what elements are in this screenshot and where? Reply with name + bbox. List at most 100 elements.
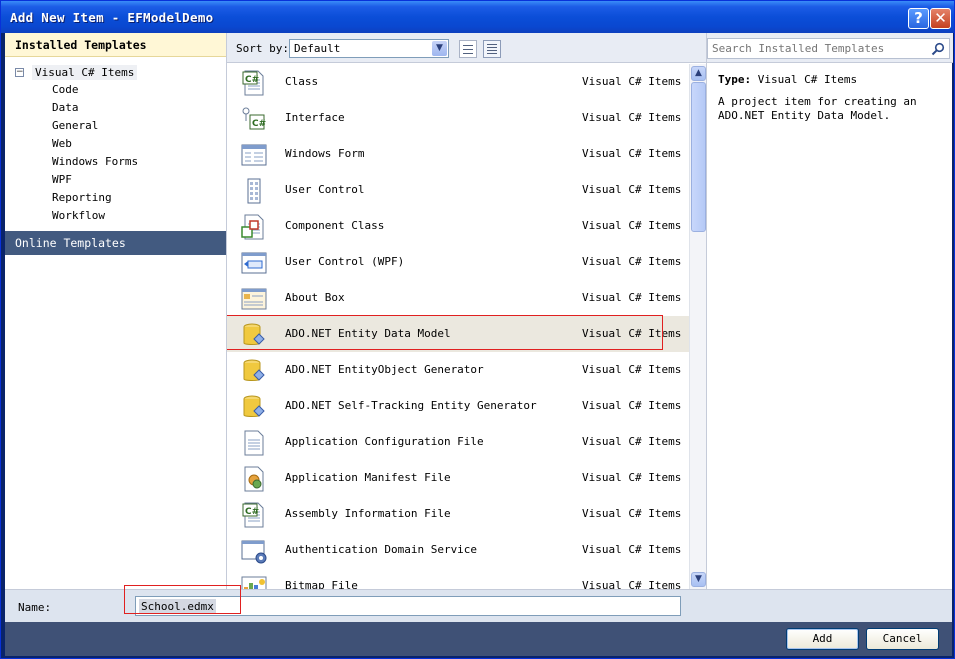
name-bar: Name: School.edmx: [5, 589, 952, 622]
domain-service-icon: [241, 540, 267, 564]
database-icon: [243, 395, 265, 417]
details-view-button[interactable]: [483, 40, 501, 58]
template-name: ADO.NET EntityObject Generator: [285, 363, 484, 376]
add-button[interactable]: Add: [786, 628, 859, 650]
svg-text:C#: C#: [245, 507, 259, 517]
windows-form-icon: [241, 144, 267, 166]
template-category: Visual C# Items: [582, 399, 682, 412]
name-field-selected-text[interactable]: School.edmx: [139, 599, 216, 614]
template-details-pane: Type: Visual C# Items A project item for…: [706, 33, 953, 589]
tree-node-visual-csharp-items[interactable]: − Visual C# Items: [15, 63, 138, 81]
template-category: Visual C# Items: [582, 255, 682, 268]
template-row-selected[interactable]: ADO.NET Entity Data Model Visual C# Items: [227, 316, 689, 352]
template-list-scrollbar[interactable]: ▲ ▼: [689, 64, 706, 589]
scroll-up-icon[interactable]: ▲: [691, 66, 706, 81]
tree-node-web[interactable]: Web: [52, 136, 72, 152]
template-name: Component Class: [285, 219, 385, 232]
sort-by-label: Sort by:: [236, 42, 289, 55]
tree-node-wpf[interactable]: WPF: [52, 172, 72, 188]
tree-node-workflow[interactable]: Workflow: [52, 208, 105, 224]
type-label: Type:: [718, 73, 752, 86]
close-button[interactable]: ✕: [930, 8, 951, 29]
tree-node-code[interactable]: Code: [52, 82, 79, 98]
template-row[interactable]: Component Class Visual C# Items: [227, 208, 689, 244]
search-toolbar: [707, 33, 953, 63]
template-category-nav: Installed Templates − Visual C# Items Co…: [5, 33, 227, 589]
collapse-toggle-icon[interactable]: −: [15, 67, 24, 77]
config-file-icon: [244, 430, 264, 456]
tree-node-general[interactable]: General: [52, 118, 98, 134]
manifest-file-icon: [244, 466, 264, 492]
template-row[interactable]: Windows Form Visual C# Items: [227, 136, 689, 172]
template-row[interactable]: Application Configuration File Visual C# …: [227, 424, 689, 460]
template-name: ADO.NET Self-Tracking Entity Generator: [285, 399, 537, 412]
template-row[interactable]: C# Class Visual C# Items: [227, 64, 689, 100]
template-row[interactable]: ADO.NET Self-Tracking Entity Generator Vi…: [227, 388, 689, 424]
template-category: Visual C# Items: [582, 579, 682, 589]
template-row[interactable]: C# Interface Visual C# Items: [227, 100, 689, 136]
title-bar[interactable]: Add New Item - EFModelDemo ? ✕: [1, 1, 954, 33]
database-icon: [243, 323, 265, 345]
dialog-client-area: Installed Templates − Visual C# Items Co…: [5, 33, 953, 656]
tree-node-reporting[interactable]: Reporting: [52, 190, 112, 206]
template-row[interactable]: Bitmap File Visual C# Items: [227, 568, 689, 589]
search-box[interactable]: [707, 38, 950, 59]
template-category: Visual C# Items: [582, 111, 682, 124]
template-row[interactable]: C# Assembly Information File Visual C# Ite…: [227, 496, 689, 532]
template-type: Type: Visual C# Items: [718, 73, 857, 86]
template-row[interactable]: ADO.NET EntityObject Generator Visual C# …: [227, 352, 689, 388]
window-title: Add New Item - EFModelDemo: [10, 10, 214, 25]
template-category: Visual C# Items: [582, 363, 682, 376]
template-list-pane: Sort by: Default ▼ C# Class Visual C# Item…: [227, 33, 706, 589]
template-category: Visual C# Items: [582, 435, 682, 448]
online-templates-label: Online Templates: [15, 236, 126, 250]
template-name: Application Configuration File: [285, 435, 484, 448]
medium-icons-view-button[interactable]: [459, 40, 477, 58]
template-category: Visual C# Items: [582, 543, 682, 556]
template-category: Visual C# Items: [582, 147, 682, 160]
dialog-button-bar: Add Cancel: [5, 622, 952, 656]
name-label: Name:: [18, 601, 52, 614]
svg-text:C#: C#: [245, 75, 259, 85]
template-name: User Control: [285, 183, 365, 196]
template-category: Visual C# Items: [582, 327, 682, 340]
about-box-icon: [241, 288, 267, 310]
component-class-icon: [241, 214, 264, 240]
online-templates-item[interactable]: Online Templates: [5, 231, 226, 255]
sort-by-dropdown[interactable]: Default ▼: [289, 39, 449, 58]
template-description: A project item for creating an ADO.NET E…: [718, 95, 917, 122]
user-control-icon: [247, 178, 261, 204]
sort-by-value: Default: [294, 42, 341, 55]
template-name: Assembly Information File: [285, 507, 451, 520]
chevron-down-icon[interactable]: ▼: [432, 41, 447, 56]
installed-templates-label: Installed Templates: [15, 38, 147, 52]
template-name: User Control (WPF): [285, 255, 405, 268]
template-category: Visual C# Items: [582, 219, 682, 232]
template-name: Application Manifest File: [285, 471, 451, 484]
help-button[interactable]: ?: [908, 8, 929, 29]
template-row[interactable]: Authentication Domain Service Visual C# I…: [227, 532, 689, 568]
template-name: Bitmap File: [285, 579, 358, 589]
template-row[interactable]: User Control Visual C# Items: [227, 172, 689, 208]
search-icon[interactable]: [931, 42, 945, 56]
template-row[interactable]: User Control (WPF) Visual C# Items: [227, 244, 689, 280]
name-field[interactable]: School.edmx: [135, 596, 681, 616]
wpf-user-control-icon: [241, 252, 267, 274]
search-input[interactable]: [712, 41, 924, 56]
scroll-thumb[interactable]: [691, 82, 706, 232]
cancel-button[interactable]: Cancel: [866, 628, 939, 650]
assembly-info-icon: C#: [242, 502, 264, 528]
tree-node-data[interactable]: Data: [52, 100, 79, 116]
template-list: C# Class Visual C# Items C# Interface Visual …: [227, 64, 689, 589]
template-category: Visual C# Items: [582, 291, 682, 304]
template-category: Visual C# Items: [582, 183, 682, 196]
template-row[interactable]: About Box Visual C# Items: [227, 280, 689, 316]
template-row[interactable]: Application Manifest File Visual C# Items: [227, 460, 689, 496]
template-category: Visual C# Items: [582, 507, 682, 520]
template-name: About Box: [285, 291, 345, 304]
svg-text:C#: C#: [252, 119, 266, 129]
template-name: Class: [285, 75, 319, 88]
tree-node-windows-forms[interactable]: Windows Forms: [52, 154, 138, 170]
scroll-down-icon[interactable]: ▼: [691, 572, 706, 587]
installed-templates-header[interactable]: Installed Templates: [5, 33, 226, 57]
